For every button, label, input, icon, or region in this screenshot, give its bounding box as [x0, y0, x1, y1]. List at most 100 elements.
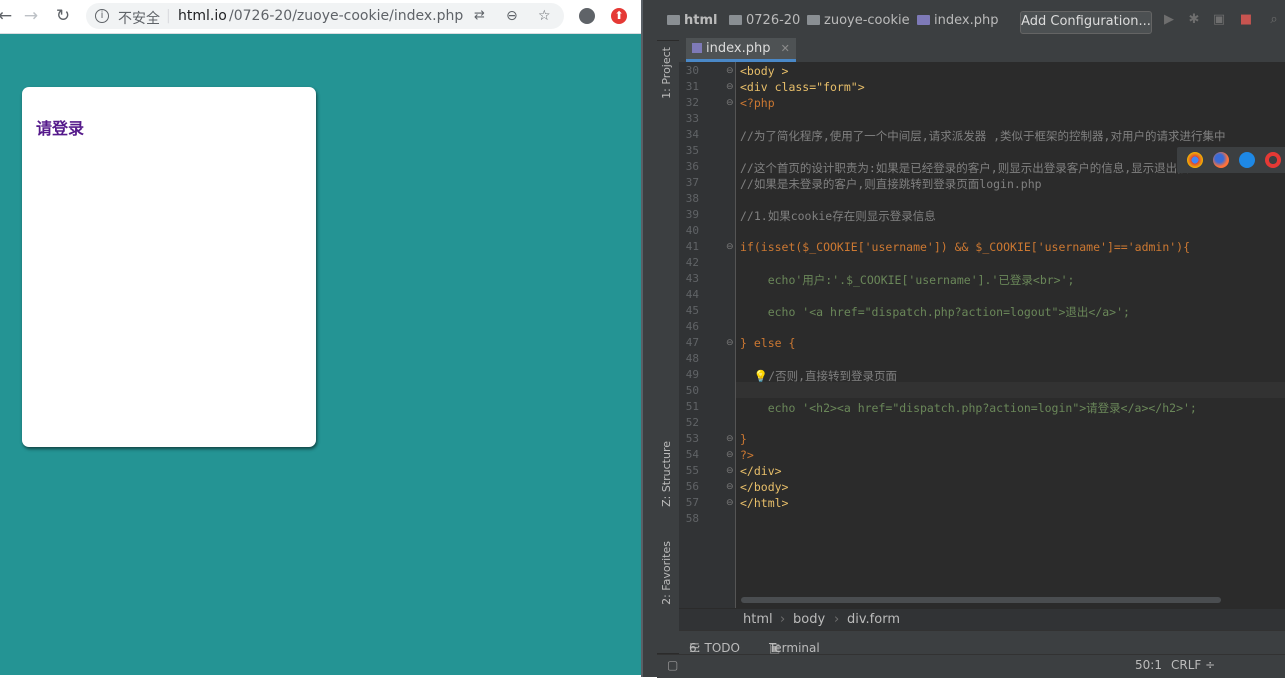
line-number: 46: [685, 320, 699, 333]
fold-icon[interactable]: ⊖: [726, 450, 734, 460]
nav-crumb-file[interactable]: index.php: [917, 13, 998, 28]
line-number: 37: [685, 176, 699, 189]
browser-preview-bar: e e: [1177, 147, 1285, 173]
info-icon[interactable]: i: [95, 9, 109, 23]
line-number: 50: [685, 384, 699, 397]
separator: |: [166, 8, 171, 24]
code-crumb-div[interactable]: div.form: [847, 612, 900, 627]
code-line: <body >: [740, 64, 789, 78]
code-line: //为了简化程序,使用了一个中间层,请求派发器 ,类似于框架的控制器,对用户的请…: [740, 129, 1226, 143]
code-line: ?>: [740, 448, 754, 462]
line-number: 42: [685, 256, 699, 269]
project-tab[interactable]: 1: Project: [660, 47, 673, 99]
page-content: 请登录: [0, 34, 641, 675]
fold-icon[interactable]: ⊖: [726, 338, 734, 348]
chevron-right-icon: ›: [780, 612, 786, 627]
login-link[interactable]: 请登录: [36, 115, 84, 139]
caret-position[interactable]: 50:1: [1135, 658, 1162, 672]
line-number: 56: [685, 480, 699, 493]
line-number: 34: [685, 128, 699, 141]
tab-index-php[interactable]: index.php ✕: [686, 38, 796, 62]
translate-icon[interactable]: ⇄: [474, 8, 485, 23]
line-number: 57: [685, 496, 699, 509]
chrome-icon[interactable]: [1187, 152, 1203, 168]
line-number: 51: [685, 400, 699, 413]
profile-icon[interactable]: [574, 4, 600, 28]
code-line: //这个首页的设计职责为:如果是已经登录的客户,则显示出登录客户的信息,显示退出…: [740, 161, 1208, 175]
line-number: 48: [685, 352, 699, 365]
chevron-right-icon: ›: [834, 612, 840, 627]
line-number: 53: [685, 432, 699, 445]
nav-crumb-folder[interactable]: 0726-20: [729, 13, 800, 28]
horizontal-scrollbar[interactable]: [741, 597, 1221, 603]
code-editor[interactable]: <body > <div class="form"> <?php //为了简化程序,使…: [736, 62, 1285, 608]
code-crumb-html[interactable]: html: [743, 612, 773, 627]
bottom-tool-tabs: ☰ 6: TODO ▣ Terminal: [679, 630, 1285, 655]
code-line: echo'用户:'.$_COOKIE['username'].'已登录<br>'…: [740, 273, 1075, 287]
fold-icon[interactable]: ⊖: [726, 98, 734, 108]
extension-icon[interactable]: ⬆: [606, 4, 632, 28]
code-line: </html>: [740, 496, 789, 510]
close-tab-icon[interactable]: ✕: [781, 42, 790, 55]
fold-icon[interactable]: ⊖: [726, 82, 734, 92]
login-form: 请登录: [22, 87, 316, 447]
forward-icon[interactable]: →: [18, 4, 44, 28]
window-divider[interactable]: [641, 0, 657, 677]
firefox-icon[interactable]: [1213, 152, 1229, 168]
php-file-icon: [692, 43, 702, 53]
code-line: </body>: [740, 480, 789, 494]
fold-icon[interactable]: ⊖: [726, 242, 734, 252]
code-line: </div>: [740, 464, 782, 478]
debug-icon[interactable]: ✱: [1187, 13, 1201, 27]
line-separator[interactable]: CRLF ÷: [1171, 658, 1215, 672]
safari-icon[interactable]: [1239, 152, 1255, 168]
search-everywhere-icon[interactable]: ⌕: [1267, 13, 1281, 27]
star-icon[interactable]: ☆: [538, 8, 551, 24]
coverage-icon[interactable]: ▣: [1212, 13, 1226, 27]
add-configuration-button[interactable]: Add Configuration...: [1020, 11, 1152, 34]
opera-icon[interactable]: [1265, 152, 1281, 168]
line-number: 30: [685, 64, 699, 77]
favorites-tab[interactable]: 2: Favorites: [660, 541, 673, 605]
code-crumb-body[interactable]: body: [793, 612, 825, 627]
line-number: 33: [685, 112, 699, 125]
line-number: 45: [685, 304, 699, 317]
toggle-tool-windows-icon[interactable]: ▢: [667, 658, 678, 672]
reload-icon[interactable]: ↻: [50, 4, 76, 28]
line-number: 58: [685, 512, 699, 525]
fold-icon[interactable]: ⊖: [726, 498, 734, 508]
line-number: 32: [685, 96, 699, 109]
code-line: <?php: [740, 96, 775, 110]
code-line: 💡/否则,直接转到登录页面: [740, 369, 898, 383]
structure-tab[interactable]: Z: Structure: [660, 441, 673, 507]
code-line: echo '<h2><a href="dispatch.php?action=l…: [740, 401, 1197, 415]
nav-crumb-subfolder[interactable]: zuoye-cookie: [807, 13, 910, 28]
fold-icon[interactable]: ⊖: [726, 66, 734, 76]
back-icon[interactable]: ←: [0, 4, 18, 28]
url-host: html.io: [178, 8, 227, 24]
line-number: 52: [685, 416, 699, 429]
fold-icon[interactable]: ⊖: [726, 482, 734, 492]
code-line: //如果是未登录的客户,则直接跳转到登录页面login.php: [740, 177, 1042, 191]
tool-window-strip: 1: Project Z: Structure 2: Favorites: [657, 41, 680, 653]
stop-icon[interactable]: ■: [1239, 13, 1253, 27]
line-number: 31: [685, 80, 699, 93]
nav-crumb-html[interactable]: html: [667, 13, 717, 28]
code-breadcrumb-bar: html › body › div.form: [679, 608, 1285, 631]
line-number: 35: [685, 144, 699, 157]
code-line: } else {: [740, 336, 796, 350]
zoom-icon[interactable]: ⊖: [506, 8, 518, 24]
line-number: 36: [685, 160, 699, 173]
code-line: echo '<a href="dispatch.php?action=logou…: [740, 305, 1130, 319]
run-icon[interactable]: ▶: [1162, 13, 1176, 27]
fold-icon[interactable]: ⊖: [726, 434, 734, 444]
editor-tab-bar: index.php ✕: [679, 38, 1285, 63]
php-file-icon: [917, 15, 930, 25]
line-number: 47: [685, 336, 699, 349]
browser-toolbar: ← → ↻ i 不安全 | html.io /0726-20/zuoye-coo…: [0, 0, 641, 34]
folder-icon: [807, 15, 820, 25]
fold-icon[interactable]: ⊖: [726, 466, 734, 476]
address-bar[interactable]: i 不安全 | html.io /0726-20/zuoye-cookie/in…: [86, 3, 564, 29]
line-number: 55: [685, 464, 699, 477]
code-line: //1.如果cookie存在则显示登录信息: [740, 209, 936, 223]
